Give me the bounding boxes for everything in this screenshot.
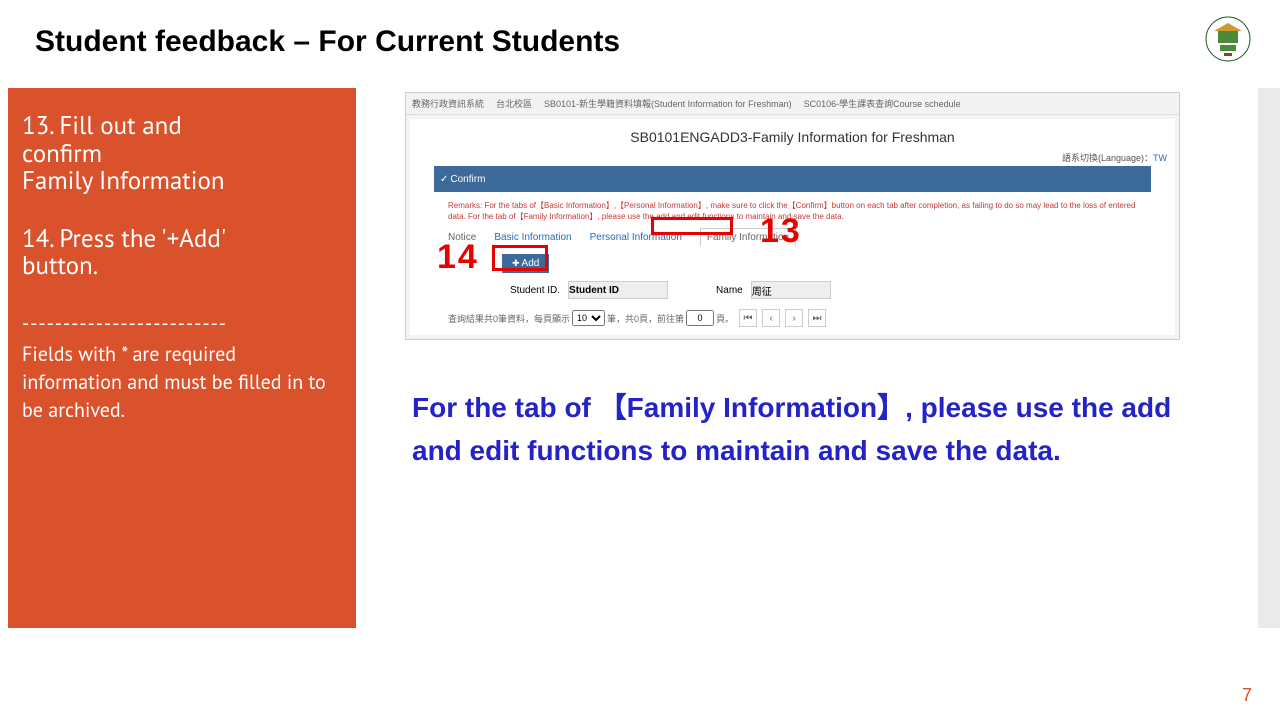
step-13-line1: 13. Fill out and bbox=[22, 112, 340, 140]
highlight-box-14 bbox=[492, 245, 548, 271]
lang-tw-link[interactable]: TW bbox=[1153, 153, 1167, 163]
pager: 查詢結果共0筆資料，每頁顯示 10 筆，共0頁，前往第 頁。 ⏮ ‹ › ⏭ bbox=[448, 309, 1137, 327]
language-switch: 語系切換(Language)：TW bbox=[410, 151, 1175, 166]
page-size-select[interactable]: 10 bbox=[572, 310, 605, 326]
instruction-sidebar: 13. Fill out and confirm Family Informat… bbox=[8, 88, 356, 628]
pager-prev-icon[interactable]: ‹ bbox=[762, 309, 780, 327]
step-13-line2: confirm bbox=[22, 140, 340, 168]
pager-last-icon[interactable]: ⏭ bbox=[808, 309, 826, 327]
label-student-id: Student ID. bbox=[510, 285, 560, 296]
step-14-line2: button. bbox=[22, 252, 340, 280]
right-gray-strip bbox=[1258, 88, 1280, 628]
tab-basic-information[interactable]: Basic Information bbox=[494, 232, 571, 243]
label-name: Name bbox=[716, 285, 743, 296]
nav-link-sb0101: SB0101-新生學籍資料填報(Student Information for … bbox=[544, 97, 792, 110]
nav-system: 教務行政資訊系統 bbox=[412, 97, 484, 110]
step-13-line3: Family Information bbox=[22, 167, 340, 195]
student-id-field[interactable] bbox=[568, 281, 668, 299]
page-number-input[interactable] bbox=[686, 310, 714, 326]
step-14-line1: 14. Press the '+Add' bbox=[22, 225, 340, 253]
name-field[interactable] bbox=[751, 281, 831, 299]
highlight-box-13 bbox=[651, 217, 733, 235]
nav-link-sc0106: SC0106-學生課表查詢Course schedule bbox=[804, 97, 961, 110]
sidebar-divider: ------------------------- bbox=[22, 310, 340, 336]
form-title: SB0101ENGADD3-Family Information for Fre… bbox=[410, 119, 1175, 151]
sidebar-note: Fields with * are required information a… bbox=[22, 340, 340, 424]
confirm-button[interactable]: Confirm bbox=[440, 174, 485, 185]
university-logo-icon bbox=[1204, 15, 1252, 63]
callout-13: 13 bbox=[760, 212, 802, 251]
nav-campus: 台北校區 bbox=[496, 97, 532, 110]
page-number: 7 bbox=[1242, 685, 1252, 706]
pager-first-icon[interactable]: ⏮ bbox=[739, 309, 757, 327]
pager-next-icon[interactable]: › bbox=[785, 309, 803, 327]
callout-14: 14 bbox=[437, 238, 479, 277]
main-instruction-text: For the tab of 【Family Information】, ple… bbox=[412, 386, 1172, 473]
page-title: Student feedback – For Current Students bbox=[35, 25, 620, 59]
